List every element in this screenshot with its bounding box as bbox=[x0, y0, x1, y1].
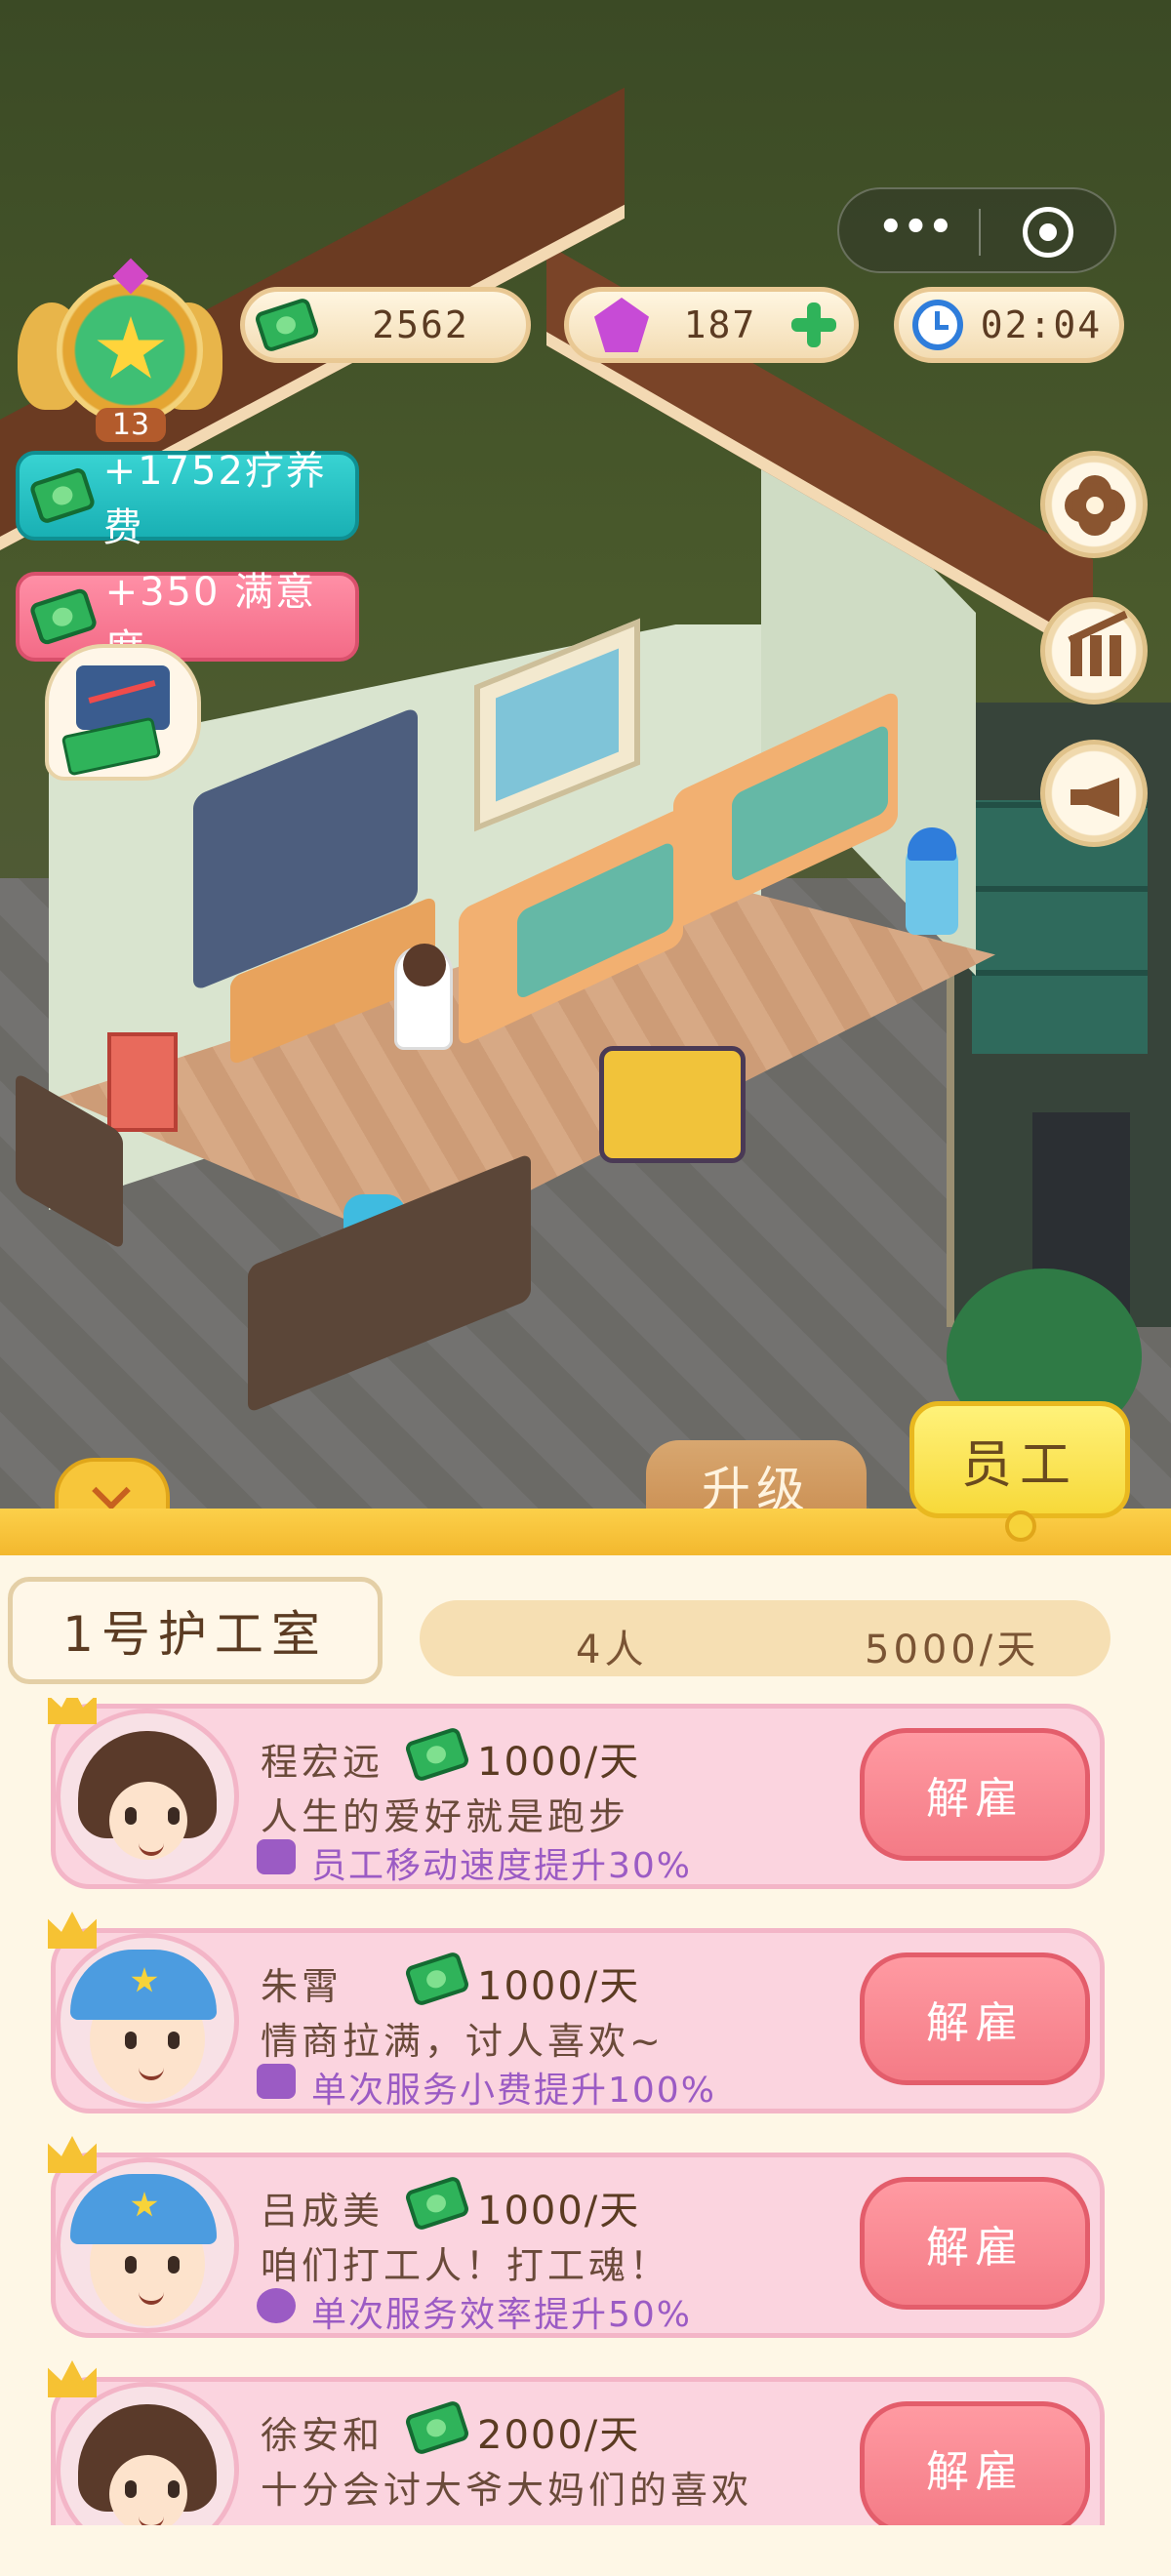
fire-button[interactable]: 解雇 bbox=[860, 2401, 1090, 2525]
gear-icon bbox=[1072, 483, 1117, 528]
staff-wage: 1000/天 bbox=[477, 2189, 641, 2234]
staff-list[interactable]: 程宏远 1000/天 人生的爱好就是跑步 员工移动速度提升30% 解雇 朱霄 1… bbox=[0, 1698, 1171, 2525]
long-hair-icon bbox=[78, 1731, 217, 1860]
crown-icon bbox=[48, 2360, 97, 2397]
staff-wage: 1000/天 bbox=[477, 1964, 641, 2009]
cash-icon bbox=[403, 2175, 471, 2232]
staff-motto: 情商拉满，讨人喜欢~ bbox=[261, 2020, 665, 2063]
staff-count: 4人 bbox=[576, 1628, 648, 1672]
gem-counter: 187 bbox=[564, 287, 859, 363]
cash-icon bbox=[253, 297, 321, 353]
mini-program-capsule: ••• bbox=[837, 187, 1116, 273]
staff-motto: 咱们打工人！打工魂！ bbox=[261, 2244, 671, 2287]
crown-icon bbox=[48, 1912, 97, 1949]
panel-bottom-edge bbox=[0, 2525, 1171, 2576]
first-aid-cabinet[interactable] bbox=[107, 1032, 178, 1132]
care-fee-income-tag[interactable]: +1752疗养费 bbox=[16, 449, 359, 550]
fire-button[interactable]: 解雇 bbox=[860, 2177, 1090, 2310]
staff-card: 朱霄 1000/天 情商拉满，讨人喜欢~ 单次服务小费提升100% 解雇 bbox=[48, 1912, 1105, 2113]
staff-perk: 单次服务小费提升100% bbox=[311, 2071, 716, 2111]
fire-button[interactable]: 解雇 bbox=[860, 1728, 1090, 1861]
eye bbox=[125, 2032, 137, 2049]
blue-cap-icon bbox=[70, 1950, 217, 2020]
chart-monitor-icon bbox=[76, 665, 170, 730]
staff-name: 吕成美 bbox=[261, 2190, 384, 2233]
staff-motto: 人生的爱好就是跑步 bbox=[261, 1795, 630, 1838]
crown-icon bbox=[48, 1698, 97, 1724]
active-tab-indicator bbox=[1005, 1510, 1036, 1542]
staff-name: 程宏远 bbox=[261, 1741, 384, 1784]
worker-character[interactable] bbox=[906, 827, 958, 935]
tab-staff[interactable]: 员工 bbox=[909, 1401, 1130, 1518]
gem-value: 187 bbox=[683, 303, 757, 346]
eye bbox=[168, 2480, 180, 2498]
staff-wage: 1000/天 bbox=[477, 1740, 641, 1785]
more-menu-icon[interactable]: ••• bbox=[878, 208, 953, 254]
long-hair-icon bbox=[78, 2404, 217, 2525]
game-scene[interactable]: ••• 13 2562 187 02:04 +1752疗养费 +350 满意度 bbox=[0, 0, 1171, 1522]
daily-cost: 5000/天 bbox=[865, 1628, 1040, 1672]
eye bbox=[168, 1807, 180, 1825]
staff-card: 程宏远 1000/天 人生的爱好就是跑步 员工移动速度提升30% 解雇 bbox=[48, 1698, 1105, 1889]
room-summary-bar: 4人 5000/天 bbox=[420, 1600, 1110, 1676]
cash-icon bbox=[403, 1951, 471, 2007]
eye bbox=[125, 1807, 137, 1825]
timer-counter: 02:04 bbox=[894, 287, 1124, 363]
care-fee-text: +1752疗养费 bbox=[102, 449, 327, 550]
add-gems-plus-icon[interactable] bbox=[791, 302, 836, 347]
avatar bbox=[56, 1709, 239, 1884]
crown-icon bbox=[48, 2136, 97, 2173]
level-badge[interactable]: 13 bbox=[18, 258, 222, 449]
level-number: 13 bbox=[96, 408, 166, 442]
fire-button[interactable]: 解雇 bbox=[860, 1952, 1090, 2085]
staff-card: 吕成美 1000/天 咱们打工人！打工魂！ 单次服务效率提升50% 解雇 bbox=[48, 2136, 1105, 2338]
avatar bbox=[56, 2382, 239, 2525]
staff-perk: 单次服务效率提升50% bbox=[311, 2295, 693, 2335]
cash-icon bbox=[28, 466, 97, 525]
bar-chart-icon bbox=[1070, 635, 1121, 676]
cash-stack-icon bbox=[257, 2064, 296, 2099]
eye bbox=[125, 2256, 137, 2274]
staff-perk: 员工移动速度提升30% bbox=[311, 1846, 693, 1886]
running-person-icon bbox=[257, 1839, 296, 1874]
room-name-label: 1号护工室 bbox=[8, 1577, 383, 1684]
capsule-divider bbox=[979, 209, 981, 256]
stats-button[interactable] bbox=[1040, 597, 1148, 704]
close-target-icon[interactable] bbox=[1023, 207, 1073, 258]
satisfaction-tag[interactable]: +350 满意度 bbox=[16, 570, 359, 671]
mouth bbox=[139, 2514, 164, 2525]
cash-icon bbox=[28, 586, 99, 647]
staff-name: 徐安和 bbox=[261, 2414, 384, 2457]
clock-icon bbox=[912, 300, 963, 350]
speedometer-icon bbox=[257, 2288, 296, 2323]
staff-card: 徐安和 2000/天 十分会讨大爷大妈们的喜欢 解雇 bbox=[48, 2360, 1105, 2525]
staff-motto: 十分会讨大爷大妈们的喜欢 bbox=[261, 2469, 753, 2512]
eye bbox=[168, 2032, 180, 2049]
avatar bbox=[56, 2157, 239, 2333]
cleaning-cart[interactable] bbox=[599, 1046, 746, 1163]
cash-value: 2562 bbox=[372, 303, 469, 346]
announcement-button[interactable] bbox=[1040, 740, 1148, 847]
eye bbox=[125, 2480, 137, 2498]
staff-wage: 2000/天 bbox=[477, 2413, 641, 2458]
cash-icon bbox=[403, 2399, 471, 2456]
gem-icon bbox=[594, 298, 649, 352]
megaphone-icon bbox=[1070, 778, 1119, 817]
avatar bbox=[56, 1933, 239, 2109]
cash-icon bbox=[403, 1726, 471, 1783]
timer-value: 02:04 bbox=[980, 303, 1103, 346]
cash-counter: 2562 bbox=[240, 287, 531, 363]
staff-name: 朱霄 bbox=[261, 1965, 343, 2008]
settings-button[interactable] bbox=[1040, 451, 1148, 558]
eye bbox=[168, 2256, 180, 2274]
blue-cap-icon bbox=[70, 2174, 217, 2244]
caregiver-character[interactable] bbox=[394, 944, 453, 1050]
revenue-monitor-bubble[interactable] bbox=[45, 644, 201, 781]
